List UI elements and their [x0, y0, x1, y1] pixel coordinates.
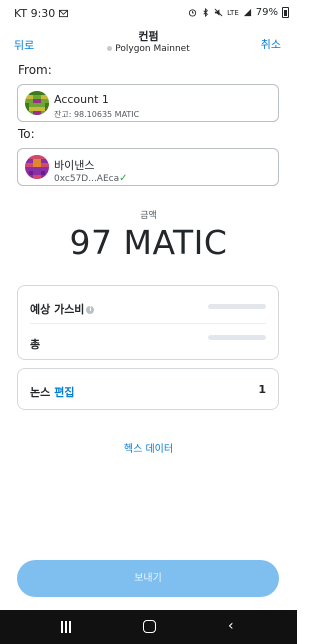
info-icon[interactable]: i [86, 306, 95, 314]
check-icon: ✓ [119, 173, 128, 184]
gas-fee-card: 예상 가스비 i 총 [17, 285, 279, 360]
from-account-name: Account 1 [54, 93, 109, 106]
from-label: From: [18, 63, 52, 77]
nonce-card: 논스 편집 1 [17, 368, 279, 410]
status-bar: KT 9:30 LTE 79% [0, 0, 297, 26]
from-account-card[interactable]: Account 1 잔고: 98.10635 MATIC [17, 84, 279, 122]
amount-label: 금액 [140, 211, 157, 221]
carrier-time: KT 9:30 [14, 7, 56, 20]
to-account-avatar [25, 155, 49, 179]
nonce-value: 1 [258, 383, 266, 396]
from-account-avatar [25, 91, 49, 115]
system-nav-bar: ‹ [0, 610, 297, 644]
amount-value: 97 MATIC [69, 223, 228, 262]
bluetooth-icon [203, 8, 209, 17]
to-label: To: [18, 127, 35, 141]
recent-apps-icon[interactable] [60, 621, 72, 633]
estimated-gas-label: 예상 가스비 [30, 303, 85, 316]
total-label: 총 [30, 338, 41, 351]
to-account-card[interactable]: 바이낸스 0xc57D...AEca✓ [17, 148, 279, 186]
home-icon[interactable] [143, 620, 156, 633]
to-account-address-row: 0xc57D...AEca✓ [54, 173, 128, 184]
signal-icon [243, 8, 251, 17]
send-button[interactable]: 보내기 [17, 560, 279, 597]
alarm-icon [189, 9, 197, 17]
nonce-label: 논스 [30, 386, 51, 399]
to-account-name: 바이낸스 [54, 159, 95, 172]
identicon-icon [25, 91, 49, 115]
estimated-gas-loading [208, 304, 266, 309]
network-type: LTE [227, 8, 239, 17]
back-nav-icon[interactable]: ‹ [228, 619, 234, 633]
nonce-row: 논스 편집 [30, 384, 75, 400]
to-account-address: 0xc57D...AEca [54, 174, 120, 184]
cancel-button[interactable]: 취소 [261, 36, 281, 52]
hex-data-link[interactable]: 헥스 데이터 [0, 440, 297, 455]
status-right: LTE 79% [188, 7, 289, 18]
confirm-header: 뒤로 컨펌 Polygon Mainnet 취소 [0, 26, 297, 60]
mail-icon [59, 9, 69, 18]
network-dot-icon [107, 46, 113, 51]
from-account-balance: 잔고: 98.10635 MATIC [54, 110, 140, 119]
nonce-edit-link[interactable]: 편집 [54, 386, 74, 399]
network-name: Polygon Mainnet [0, 44, 297, 54]
battery-icon [282, 7, 289, 18]
status-left: KT 9:30 [14, 7, 69, 20]
page-title: 컨펌 [138, 30, 159, 43]
gas-divider [30, 323, 266, 324]
estimated-gas-row: 예상 가스비 i [30, 301, 95, 317]
identicon-icon [25, 155, 49, 179]
mute-icon [214, 8, 223, 17]
battery-percent: 79% [255, 7, 278, 18]
network-label: Polygon Mainnet [115, 44, 190, 54]
total-loading [208, 335, 266, 340]
